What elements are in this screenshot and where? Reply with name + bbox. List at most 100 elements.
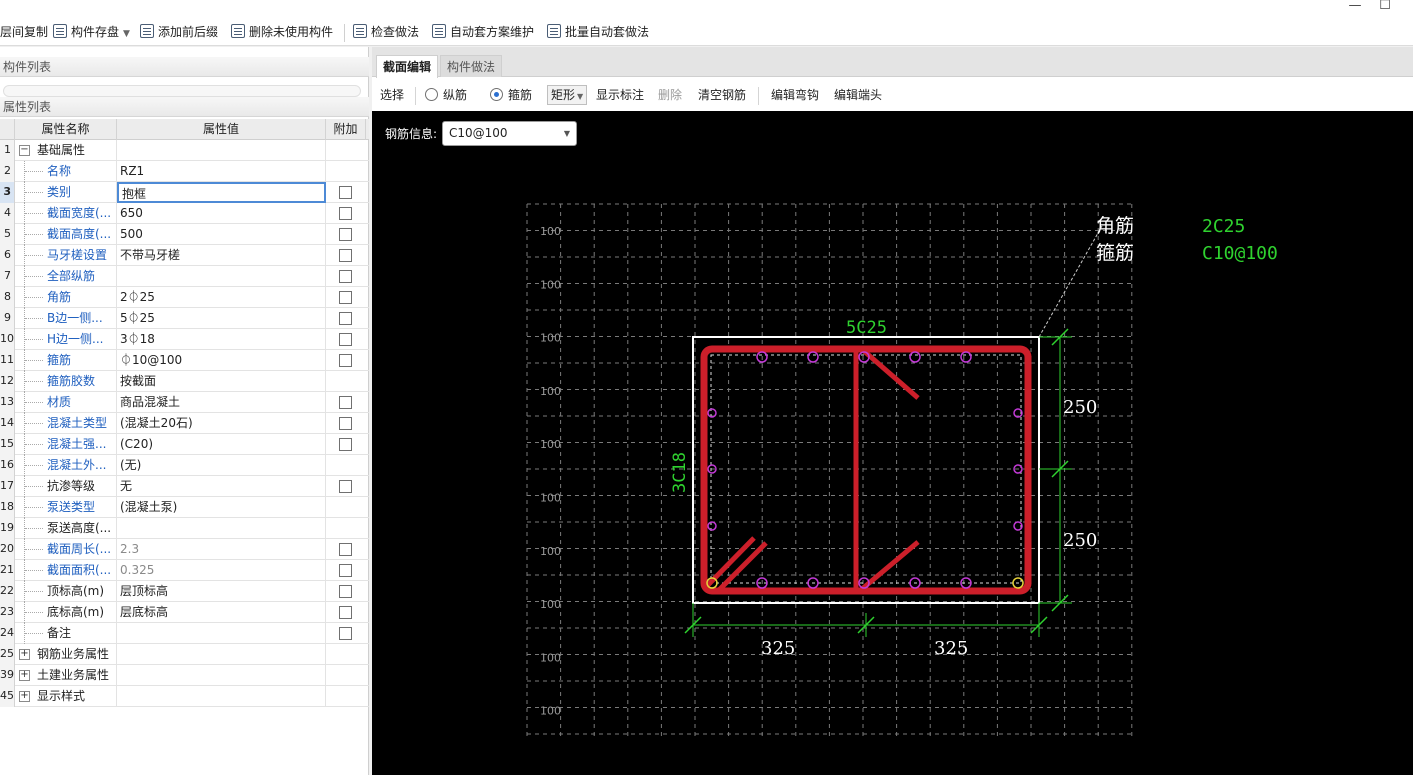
property-value[interactable]: ⏀10@100: [117, 350, 326, 371]
extra-checkbox[interactable]: [339, 207, 352, 220]
rebar-info-select[interactable]: C10@100 ▼: [442, 121, 577, 146]
property-value[interactable]: 不带马牙槎: [117, 245, 326, 266]
section-drawing[interactable]: 100 100 100 100 100 100 100 100 100 100 5C25 3C18 25…: [372, 111, 1413, 775]
table-row[interactable]: 9 B边一侧... 5⏀25: [0, 308, 369, 329]
property-value[interactable]: 商品混凝土: [117, 392, 326, 413]
property-value[interactable]: [117, 266, 326, 287]
extra-checkbox[interactable]: [339, 627, 352, 640]
property-value[interactable]: RZ1: [117, 161, 326, 182]
property-name-cell[interactable]: 泵送类型: [15, 497, 117, 518]
property-name-cell[interactable]: 底标高(m): [15, 602, 117, 623]
property-value[interactable]: [117, 665, 326, 686]
property-value[interactable]: 2⏀25: [117, 287, 326, 308]
table-row[interactable]: 17 抗渗等级 无: [0, 476, 369, 497]
property-value[interactable]: (无): [117, 455, 326, 476]
property-name-cell[interactable]: 角筋: [15, 287, 117, 308]
table-row[interactable]: 18 泵送类型 (混凝土泵): [0, 497, 369, 518]
table-row[interactable]: 2 名称 RZ1: [0, 161, 369, 182]
show-label-button[interactable]: 显示标注: [596, 87, 644, 103]
stirrup-radio[interactable]: 箍筋: [490, 87, 532, 103]
tab-component-method[interactable]: 构件做法: [440, 55, 503, 77]
property-value[interactable]: 层底标高: [117, 602, 326, 623]
table-row[interactable]: 12 箍筋胶数 按截面: [0, 371, 369, 392]
table-row[interactable]: 13 材质 商品混凝土: [0, 392, 369, 413]
select-tool[interactable]: 选择: [380, 87, 404, 103]
property-value[interactable]: 按截面: [117, 371, 326, 392]
extra-checkbox[interactable]: [339, 333, 352, 346]
property-name-cell[interactable]: 名称: [15, 161, 117, 182]
chevron-down-icon[interactable]: ▼: [123, 29, 130, 39]
extra-checkbox[interactable]: [339, 564, 352, 577]
property-name-cell[interactable]: 混凝土强...: [15, 434, 117, 455]
property-name-cell[interactable]: H边一侧...: [15, 329, 117, 350]
property-name-cell[interactable]: 截面宽度(...: [15, 203, 117, 224]
property-value[interactable]: 2.3: [117, 539, 326, 560]
table-row[interactable]: 45 + 显示样式: [0, 686, 369, 707]
property-name-cell[interactable]: − 基础属性: [15, 140, 117, 161]
property-value[interactable]: 3⏀18: [117, 329, 326, 350]
collapse-icon[interactable]: −: [19, 145, 30, 156]
table-row[interactable]: 20 截面周长(... 2.3: [0, 539, 369, 560]
batch-auto-button[interactable]: 批量自动套做法: [547, 23, 649, 41]
table-row[interactable]: 1− 基础属性: [0, 140, 369, 161]
property-name-cell[interactable]: 全部纵筋: [15, 266, 117, 287]
extra-checkbox[interactable]: [339, 270, 352, 283]
table-row[interactable]: 8 角筋 2⏀25: [0, 287, 369, 308]
table-row[interactable]: 3 类别 抱框: [0, 182, 369, 203]
maximize-button[interactable]: ☐: [1370, 0, 1400, 15]
extra-checkbox[interactable]: [339, 312, 352, 325]
add-prefix-button[interactable]: 添加前后缀: [140, 23, 218, 41]
extra-checkbox[interactable]: [339, 228, 352, 241]
component-list-area[interactable]: [0, 77, 369, 99]
property-name-cell[interactable]: + 显示样式: [15, 686, 117, 707]
table-row[interactable]: 23 底标高(m) 层底标高: [0, 602, 369, 623]
extra-checkbox[interactable]: [339, 249, 352, 262]
component-save-button[interactable]: 构件存盘 ▼: [53, 23, 130, 41]
property-value[interactable]: 无: [117, 476, 326, 497]
auto-scheme-button[interactable]: 自动套方案维护: [432, 23, 534, 41]
property-value[interactable]: (混凝土20石): [117, 413, 326, 434]
property-value[interactable]: 500: [117, 224, 326, 245]
extra-checkbox[interactable]: [339, 606, 352, 619]
expand-icon[interactable]: +: [19, 691, 30, 702]
table-row[interactable]: 22 顶标高(m) 层顶标高: [0, 581, 369, 602]
property-name-cell[interactable]: 类别: [15, 182, 117, 203]
property-name-cell[interactable]: 材质: [15, 392, 117, 413]
property-name-cell[interactable]: 抗渗等级: [15, 476, 117, 497]
property-name-cell[interactable]: 截面面积(...: [15, 560, 117, 581]
extra-checkbox[interactable]: [339, 585, 352, 598]
table-row[interactable]: 39 + 土建业务属性: [0, 665, 369, 686]
table-row[interactable]: 21 截面面积(... 0.325: [0, 560, 369, 581]
property-name-cell[interactable]: 箍筋胶数: [15, 371, 117, 392]
table-row[interactable]: 4 截面宽度(... 650: [0, 203, 369, 224]
minimize-button[interactable]: —: [1340, 0, 1370, 15]
property-name-cell[interactable]: 截面周长(...: [15, 539, 117, 560]
property-value[interactable]: [117, 686, 326, 707]
property-name-cell[interactable]: 顶标高(m): [15, 581, 117, 602]
property-name-cell[interactable]: + 土建业务属性: [15, 665, 117, 686]
property-name-cell[interactable]: 截面高度(...: [15, 224, 117, 245]
property-name-cell[interactable]: 马牙槎设置: [15, 245, 117, 266]
section-canvas[interactable]: 100 100 100 100 100 100 100 100 100 100 5C25 3C18 25…: [372, 111, 1413, 775]
property-value[interactable]: [117, 140, 326, 161]
component-search-bar[interactable]: [3, 85, 361, 97]
table-row[interactable]: 11 箍筋 ⏀10@100: [0, 350, 369, 371]
extra-checkbox[interactable]: [339, 543, 352, 556]
property-name-cell[interactable]: 混凝土类型: [15, 413, 117, 434]
check-method-button[interactable]: 检查做法: [353, 23, 419, 41]
tab-section-edit[interactable]: 截面编辑: [376, 55, 439, 78]
table-row[interactable]: 7 全部纵筋: [0, 266, 369, 287]
clear-rebar-button[interactable]: 清空钢筋: [698, 87, 746, 103]
table-row[interactable]: 24 备注: [0, 623, 369, 644]
property-name-cell[interactable]: 备注: [15, 623, 117, 644]
delete-unused-button[interactable]: 删除未使用构件: [231, 23, 333, 41]
property-name-cell[interactable]: + 钢筋业务属性: [15, 644, 117, 665]
expand-icon[interactable]: +: [19, 649, 30, 660]
extra-checkbox[interactable]: [339, 354, 352, 367]
extra-checkbox[interactable]: [339, 480, 352, 493]
shape-dropdown[interactable]: 矩形 ▼: [547, 85, 588, 105]
property-name-cell[interactable]: 箍筋: [15, 350, 117, 371]
property-value[interactable]: [117, 518, 326, 539]
property-value[interactable]: (混凝土泵): [117, 497, 326, 518]
property-name-cell[interactable]: 混凝土外...: [15, 455, 117, 476]
